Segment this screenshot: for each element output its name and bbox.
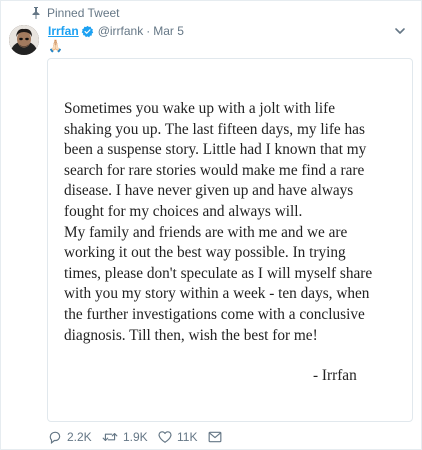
like-count: 11K (177, 430, 198, 444)
retweet-icon (102, 430, 118, 444)
statement-paragraph-1: Sometimes you wake up with a jolt with l… (64, 100, 367, 220)
avatar[interactable] (9, 25, 39, 55)
tweet-actions: 2.2K 1.9K 11K (48, 429, 228, 445)
reply-count: 2.2K (67, 430, 92, 444)
statement-text: Sometimes you wake up with a jolt with l… (64, 99, 402, 346)
tweet-image[interactable]: Sometimes you wake up with a jolt with l… (47, 58, 413, 422)
pinned-tweet[interactable]: Pinned Tweet Irrfan @irrfank · Mar 5 🙏🏻 … (0, 0, 422, 450)
header-separator: · (146, 24, 151, 38)
chevron-down-icon[interactable] (393, 24, 407, 38)
direct-message-button[interactable] (208, 431, 228, 443)
pinned-label: Pinned Tweet (47, 6, 120, 20)
retweet-button[interactable]: 1.9K (102, 430, 158, 444)
verified-badge-icon (81, 25, 94, 38)
envelope-icon (208, 431, 222, 443)
retweet-count: 1.9K (123, 430, 148, 444)
statement-paragraph-2: My family and friends are with me and we… (64, 223, 373, 344)
pin-icon (31, 7, 41, 19)
reply-button[interactable]: 2.2K (48, 430, 102, 444)
pinned-indicator: Pinned Tweet (31, 5, 120, 21)
statement-signature: - Irrfan (313, 367, 357, 384)
author-name-link[interactable]: Irrfan (48, 24, 79, 38)
heart-icon (158, 430, 172, 444)
tweet-text: 🙏🏻 (48, 39, 63, 53)
author-handle[interactable]: @irrfank (98, 24, 144, 38)
tweet-header: Irrfan @irrfank · Mar 5 (48, 22, 411, 40)
reply-icon (48, 430, 62, 444)
like-button[interactable]: 11K (158, 430, 208, 444)
tweet-timestamp-link[interactable]: Mar 5 (153, 24, 184, 38)
